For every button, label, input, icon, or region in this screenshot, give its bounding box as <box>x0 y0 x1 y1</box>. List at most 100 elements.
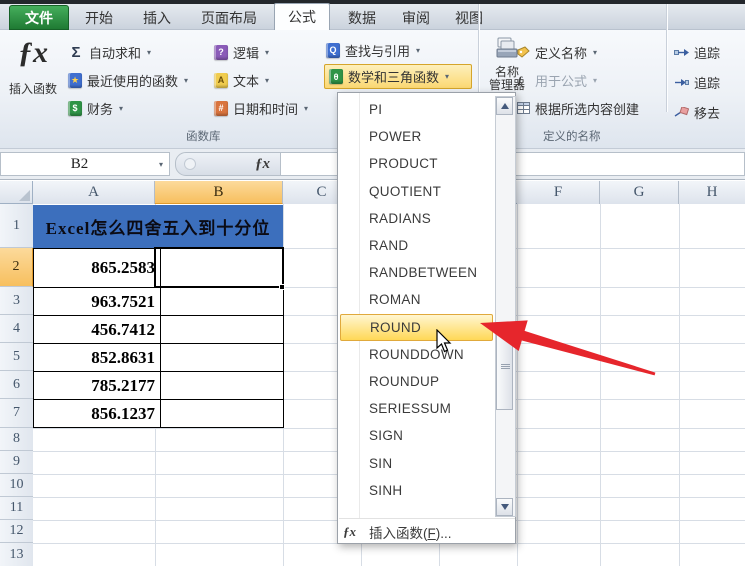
row-header-13[interactable]: 13 <box>0 543 33 566</box>
fx-icon: ƒx <box>343 524 359 540</box>
row-header-10-label: 10 <box>10 477 24 493</box>
cell-b7[interactable] <box>156 400 283 427</box>
tab-view[interactable]: 视图 <box>444 5 494 30</box>
menu-item-pi[interactable]: PI <box>340 96 493 123</box>
column-header-b[interactable]: B <box>155 181 283 204</box>
row-header-9-label: 9 <box>13 454 20 470</box>
tab-review[interactable]: 审阅 <box>392 5 440 30</box>
tab-page-layout-label: 页面布局 <box>201 8 257 28</box>
row-header-5[interactable]: 5 <box>0 343 33 371</box>
tab-home[interactable]: 开始 <box>74 5 124 30</box>
row-header-6[interactable]: 6 <box>0 371 33 399</box>
insert-function-button[interactable]: ƒx 插入函数 <box>4 36 62 142</box>
recently-used-button[interactable]: ★ 最近使用的函数 ▾ <box>68 70 188 90</box>
tab-page-layout[interactable]: 页面布局 <box>189 5 269 30</box>
use-in-formula-button[interactable]: ƒ 用于公式 ▾ <box>517 70 597 90</box>
scroll-up-icon <box>501 103 509 109</box>
insert-function-label: 插入函数 <box>9 80 57 97</box>
cell-b5[interactable] <box>156 344 283 371</box>
cell-a7-value: 856.1237 <box>91 404 155 424</box>
row-header-7[interactable]: 7 <box>0 399 33 428</box>
cell-a3[interactable]: 963.7521 <box>34 288 161 315</box>
cell-b3[interactable] <box>156 288 283 315</box>
row-header-4[interactable]: 4 <box>0 315 33 343</box>
financial-book-icon: $ <box>68 101 82 116</box>
row-header-9[interactable]: 9 <box>0 451 33 474</box>
lookup-reference-button[interactable]: Q 查找与引用 ▾ <box>326 40 420 60</box>
cell-a4[interactable]: 456.7412 <box>34 316 161 343</box>
trace-precedents-button[interactable]: 追踪 <box>674 42 720 62</box>
window-top-edge <box>0 0 745 4</box>
use-in-formula-label: 用于公式 <box>535 71 587 90</box>
menu-item-sinh[interactable]: SINH <box>340 477 493 504</box>
tab-review-label: 审阅 <box>402 8 430 28</box>
cell-b6[interactable] <box>156 372 283 399</box>
tab-file[interactable]: 文件 <box>9 5 69 30</box>
fill-handle[interactable] <box>279 284 285 290</box>
select-all-corner[interactable] <box>0 181 33 204</box>
insert-function-fx-icon[interactable]: ƒx <box>255 156 270 173</box>
remove-arrows-label: 移去 <box>694 103 720 122</box>
row-header-1[interactable]: 1 <box>0 204 33 248</box>
name-box[interactable]: B2 ▾ <box>0 152 170 176</box>
menu-item-sign[interactable]: SIGN <box>340 422 493 449</box>
tab-home-label: 开始 <box>85 8 113 28</box>
table-row: 963.7521 <box>34 288 283 316</box>
scroll-down-button[interactable] <box>496 498 513 516</box>
tab-data[interactable]: 数据 <box>336 5 388 30</box>
cell-a7[interactable]: 856.1237 <box>34 400 161 427</box>
trace-precedents-label: 追踪 <box>694 43 720 62</box>
cell-a6[interactable]: 785.2177 <box>34 372 161 399</box>
sigma-icon: Σ <box>68 44 84 61</box>
cell-a5[interactable]: 852.8631 <box>34 344 161 371</box>
menu-item-quotient[interactable]: QUOTIENT <box>340 178 493 205</box>
column-header-g[interactable]: G <box>600 181 679 204</box>
selected-cell-border[interactable] <box>154 247 284 288</box>
gridline <box>679 204 680 566</box>
menu-item-sin[interactable]: SIN <box>340 449 493 476</box>
column-header-f[interactable]: F <box>517 181 600 204</box>
cell-b4[interactable] <box>156 316 283 343</box>
autosum-button[interactable]: Σ 自动求和 ▾ <box>68 42 151 62</box>
financial-button[interactable]: $ 财务 ▾ <box>68 98 123 118</box>
insert-function-menu-label: 插入函数(F)... <box>369 522 452 542</box>
text-button[interactable]: A 文本 ▾ <box>214 70 269 90</box>
menu-item-randbetween[interactable]: RANDBETWEEN <box>340 259 493 286</box>
table-row: 785.2177 <box>34 372 283 400</box>
menu-item-product[interactable]: PRODUCT <box>340 150 493 177</box>
define-name-label: 定义名称 <box>535 43 587 62</box>
lookup-reference-label: 查找与引用 <box>345 41 410 60</box>
row-header-12[interactable]: 12 <box>0 520 33 543</box>
row-header-7-label: 7 <box>13 405 20 421</box>
math-trig-button[interactable]: θ 数学和三角函数 ▾ <box>324 64 472 89</box>
define-name-button[interactable]: 定义名称 ▾ <box>517 42 597 62</box>
date-time-button[interactable]: # 日期和时间 ▾ <box>214 98 308 118</box>
menu-item-power[interactable]: POWER <box>340 123 493 150</box>
row-header-8[interactable]: 8 <box>0 428 33 451</box>
column-header-a[interactable]: A <box>33 181 155 204</box>
cell-a1-title[interactable]: Excel怎么四舍五入到十分位 <box>33 205 283 248</box>
trace-dependents-icon <box>674 77 689 88</box>
logical-button[interactable]: ? 逻辑 ▾ <box>214 42 269 62</box>
scroll-up-button[interactable] <box>496 97 513 115</box>
name-box-dropdown-icon[interactable]: ▾ <box>159 160 163 169</box>
menu-item-radians[interactable]: RADIANS <box>340 205 493 232</box>
row-header-11[interactable]: 11 <box>0 497 33 520</box>
menu-item-insert-function[interactable]: ƒx 插入函数(F)... <box>338 520 516 543</box>
column-header-h[interactable]: H <box>679 181 745 204</box>
cell-a2[interactable]: 865.2583 <box>34 249 161 287</box>
tab-insert-label: 插入 <box>143 8 171 28</box>
remove-arrows-button[interactable]: 移去 <box>674 102 720 122</box>
create-from-selection-button[interactable]: 根据所选内容创建 <box>517 98 639 118</box>
math-trig-label: 数学和三角函数 <box>348 67 439 86</box>
row-header-2[interactable]: 2 <box>0 248 33 287</box>
mouse-cursor-icon <box>433 329 453 355</box>
trace-dependents-button[interactable]: 追踪 <box>674 72 720 92</box>
tab-formulas-active[interactable]: 公式 <box>274 3 330 30</box>
row-header-3[interactable]: 3 <box>0 287 33 315</box>
trace-dependents-label: 追踪 <box>694 73 720 92</box>
menu-item-seriessum[interactable]: SERIESSUM <box>340 395 493 422</box>
row-header-10[interactable]: 10 <box>0 474 33 497</box>
tab-insert[interactable]: 插入 <box>131 5 183 30</box>
menu-item-rand[interactable]: RAND <box>340 232 493 259</box>
